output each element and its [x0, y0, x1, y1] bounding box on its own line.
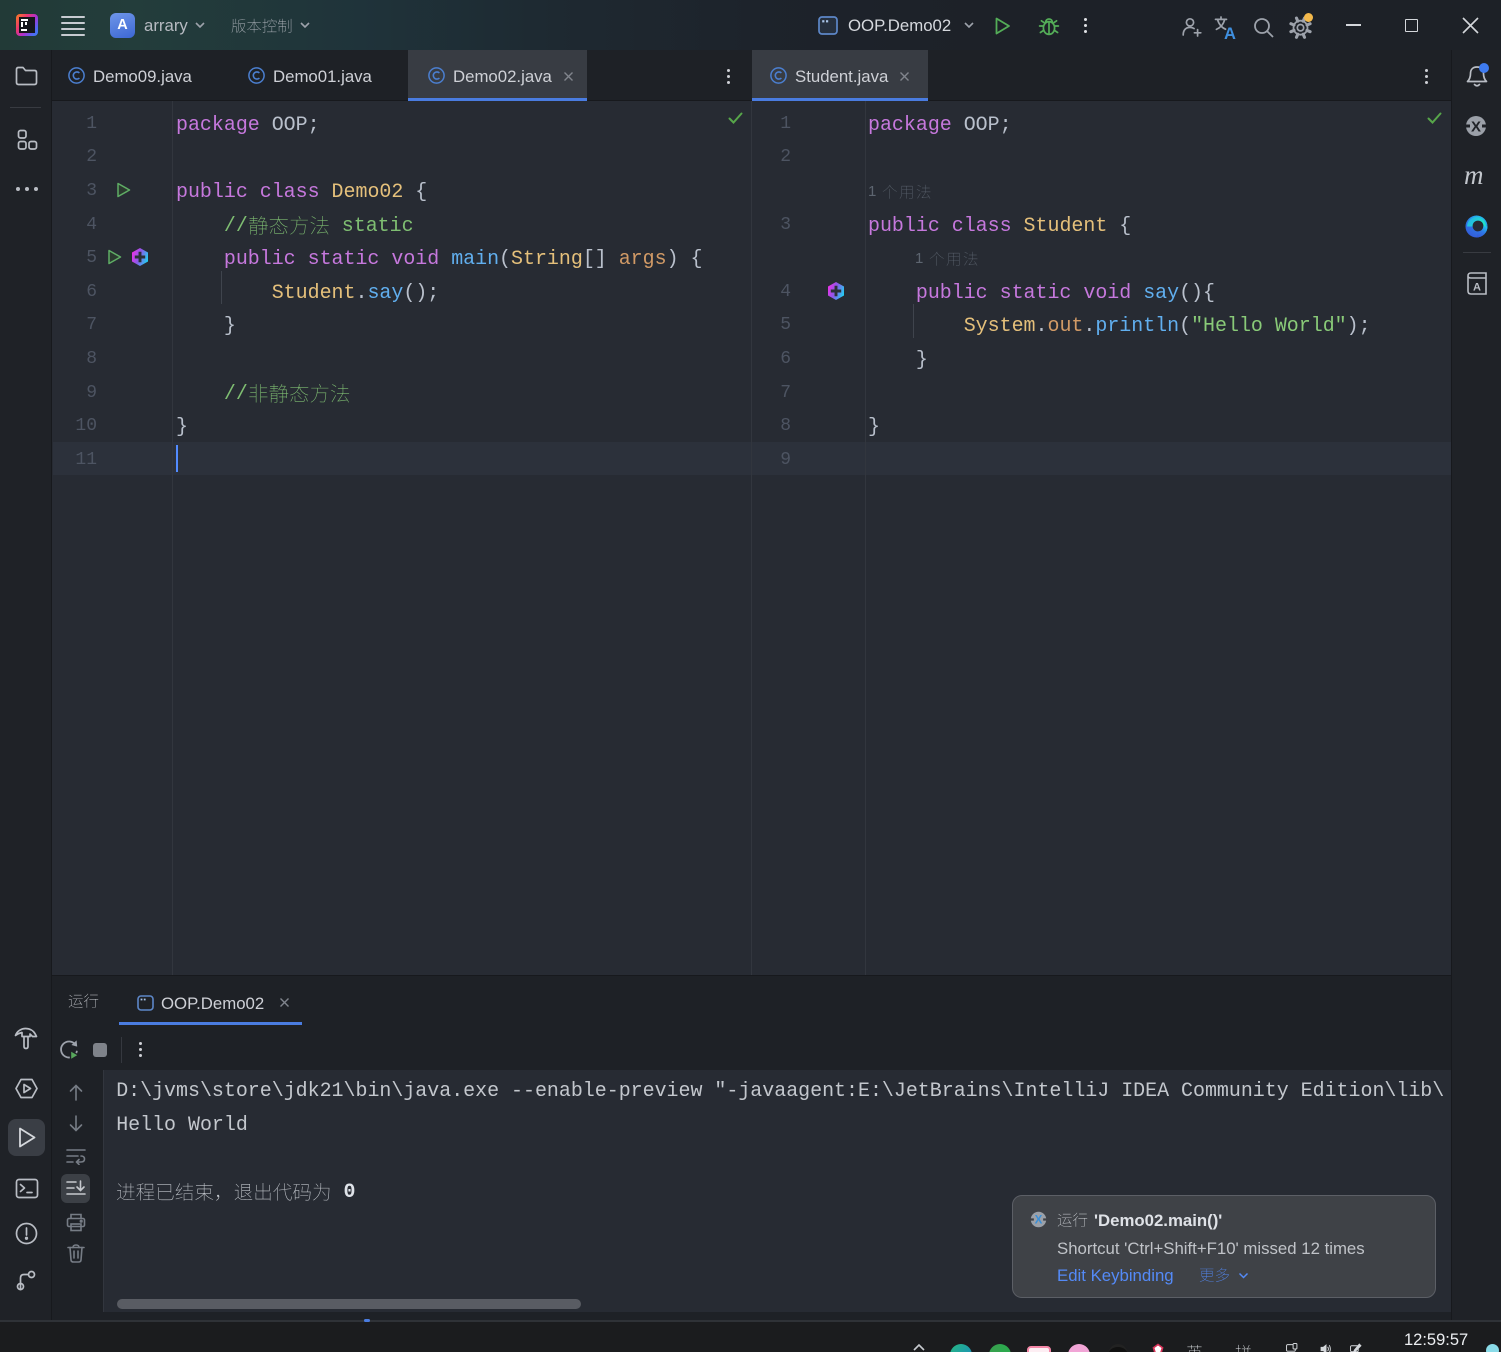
svg-text:X: X: [1471, 118, 1481, 135]
svg-text:A: A: [1473, 282, 1481, 294]
svg-text:A: A: [1224, 25, 1236, 40]
svg-text:X: X: [1035, 1215, 1043, 1227]
